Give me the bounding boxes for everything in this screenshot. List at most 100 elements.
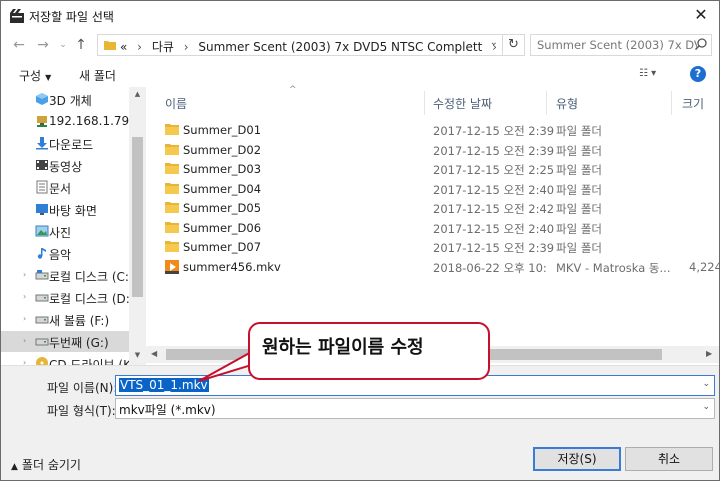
table-row[interactable]: Summer_D06 2017-12-15 오전 2:40 파일 폴더 [146, 218, 719, 238]
sidebar-item-label: 바탕 화면 [49, 204, 97, 218]
breadcrumb: « › 다큐 › Summer Scent (2003) 7x DVD5 NTS… [120, 38, 500, 55]
chevron-down-icon[interactable]: ⌄ [490, 37, 498, 48]
column-header-date[interactable]: 수정한 날짜 [433, 95, 492, 112]
sidebar-scrollbar[interactable]: ▲ ▼ [129, 87, 146, 365]
desktop-icon [36, 204, 48, 215]
hide-folders-label: 폴더 숨기기 [21, 458, 81, 472]
file-type: 파일 폴더 [556, 143, 602, 158]
table-row[interactable]: Summer_D02 2017-12-15 오전 2:39 파일 폴더 [146, 140, 719, 160]
new-folder-button[interactable]: 새 폴더 [79, 67, 116, 84]
chevron-right-icon[interactable]: › [23, 292, 26, 301]
chevron-down-icon[interactable]: ⌄ [702, 402, 710, 412]
sidebar-item-drive-f[interactable]: › 새 볼륨 (F:) [1, 309, 129, 330]
sidebar-item-label: 로컬 디스크 (C:) [49, 270, 134, 284]
chevron-right-icon[interactable]: › [23, 270, 26, 279]
sidebar-item-cd-drive[interactable]: › CD 드라이브 (K:) [1, 353, 140, 365]
chevron-right-icon[interactable]: › [23, 336, 26, 345]
document-icon [36, 180, 48, 194]
scrollbar-thumb[interactable] [132, 137, 143, 297]
column-header-type[interactable]: 유형 [556, 95, 578, 112]
sidebar-item-desktop[interactable]: 바탕 화면 [1, 199, 129, 220]
file-name: Summer_D07 [183, 240, 262, 254]
column-divider[interactable] [546, 91, 547, 115]
annotation-text: 원하는 파일이름 수정 [262, 337, 424, 358]
sidebar-item-network-share[interactable]: 192.168.1.79 [1, 111, 129, 132]
folder-icon [165, 202, 179, 213]
sidebar-item-pictures[interactable]: 사진 [1, 221, 129, 242]
sidebar-item-3d-objects[interactable]: 3D 개체 [1, 89, 129, 110]
file-name: Summer_D05 [183, 201, 262, 215]
folder-icon [165, 163, 179, 174]
file-size: 4,224, [689, 259, 719, 274]
cancel-button[interactable]: 취소 [625, 447, 713, 471]
sidebar-item-music[interactable]: 음악 [1, 243, 129, 264]
drive-icon [35, 270, 49, 280]
chevron-down-icon[interactable]: ⌄ [702, 379, 710, 389]
scroll-right-icon[interactable]: ▶ [706, 349, 712, 358]
chevron-right-icon[interactable]: › [23, 314, 26, 323]
file-type: 파일 폴더 [556, 182, 602, 197]
app-icon [10, 9, 24, 23]
forward-arrow-icon[interactable]: → [33, 35, 53, 55]
file-date: 2017-12-15 오전 2:25 [433, 163, 555, 177]
column-header-size[interactable]: 크기 [682, 95, 704, 112]
file-type: 파일 폴더 [556, 124, 602, 138]
recent-dropdown-icon[interactable]: ⌄ [53, 35, 73, 55]
breadcrumb-item[interactable]: Summer Scent (2003) 7x DVD5 NTSC Complet… [198, 40, 482, 54]
sidebar-item-label: 3D 개체 [49, 94, 92, 108]
scroll-up-icon[interactable]: ▲ [129, 90, 146, 98]
sidebar-item-videos[interactable]: 동영상 [1, 155, 129, 176]
help-icon[interactable]: ? [690, 66, 706, 82]
sidebar-item-label: 192.168.1.79 [49, 114, 130, 128]
sidebar-item-label: 다운로드 [49, 138, 94, 152]
chevron-up-icon: ▲ [11, 462, 18, 472]
scroll-down-icon[interactable]: ▼ [129, 351, 146, 359]
sidebar-item-label: 문서 [49, 182, 72, 196]
folder-icon [165, 124, 179, 135]
download-icon [36, 137, 48, 150]
sidebar-item-drive-g[interactable]: › 두번째 (G:) [1, 331, 129, 352]
organize-button[interactable]: 구성 ▼ [19, 67, 51, 84]
file-name: Summer_D06 [183, 220, 262, 235]
save-button[interactable]: 저장(S) [533, 447, 621, 471]
search-input[interactable]: Summer Scent (2003) 7x DVD... [530, 34, 712, 56]
drive-icon [35, 338, 49, 346]
address-bar[interactable]: « › 다큐 › Summer Scent (2003) 7x DVD5 NTS… [97, 34, 503, 56]
table-row[interactable]: summer456.mkv 2018-06-22 오후 10: MKV - Matr… [146, 257, 719, 277]
filetype-select[interactable]: mkv파일 (*.mkv) ⌄ [115, 398, 715, 419]
drive-icon [35, 316, 49, 324]
window-title: 저장할 파일 선택 [29, 10, 114, 24]
up-arrow-icon[interactable]: ↑ [71, 35, 91, 55]
breadcrumb-overflow[interactable]: « [120, 40, 127, 54]
chevron-right-icon[interactable]: › [23, 358, 26, 365]
refresh-icon[interactable]: ↻ [503, 34, 525, 56]
column-divider[interactable] [671, 91, 672, 115]
hide-folders-toggle[interactable]: ▲ 폴더 숨기기 [11, 456, 81, 473]
table-row[interactable]: Summer_D04 2017-12-15 오전 2:40 파일 폴더 [146, 179, 719, 199]
table-row[interactable]: Summer_D07 2017-12-15 오전 2:39 파일 폴더 [146, 237, 719, 257]
file-name: Summer_D01 [183, 123, 262, 137]
table-row[interactable]: Summer_D05 2017-12-15 오전 2:42 파일 폴더 [146, 198, 719, 218]
scroll-left-icon[interactable]: ◀ [151, 349, 157, 358]
file-date: 2017-12-15 오전 2:39 [433, 241, 555, 255]
column-divider[interactable] [424, 91, 425, 115]
file-type: 파일 폴더 [556, 163, 602, 177]
sidebar-item-drive-c[interactable]: › 로컬 디스크 (C:) [1, 265, 134, 286]
column-header-name[interactable]: 이름 [165, 95, 187, 112]
table-row[interactable]: Summer_D03 2017-12-15 오전 2:25 파일 폴더 [146, 159, 719, 179]
sidebar-item-drive-d[interactable]: › 로컬 디스크 (D:) [1, 287, 134, 308]
breadcrumb-item[interactable]: 다큐 [152, 40, 174, 54]
annotation-callout: 원하는 파일이름 수정 [248, 322, 490, 380]
sidebar-item-downloads[interactable]: 다운로드 [1, 133, 129, 154]
sidebar-item-label: CD 드라이브 (K:) [49, 358, 140, 365]
sidebar-item-documents[interactable]: 문서 [1, 177, 129, 198]
cd-drive-icon [36, 357, 48, 365]
title-bar: 저장할 파일 선택 ✕ [1, 1, 719, 31]
close-icon[interactable]: ✕ [689, 3, 713, 27]
back-arrow-icon[interactable]: ← [9, 35, 29, 55]
table-row[interactable]: Summer_D01 2017-12-15 오전 2:39 파일 폴더 [146, 120, 719, 140]
view-options-icon[interactable]: ☷ ▾ [639, 68, 656, 79]
file-date: 2017-12-15 오전 2:39 [433, 143, 555, 158]
save-file-dialog: 저장할 파일 선택 ✕ ← → ⌄ ↑ « › 다큐 › Summer Scen… [0, 0, 720, 481]
folder-icon [104, 41, 116, 50]
